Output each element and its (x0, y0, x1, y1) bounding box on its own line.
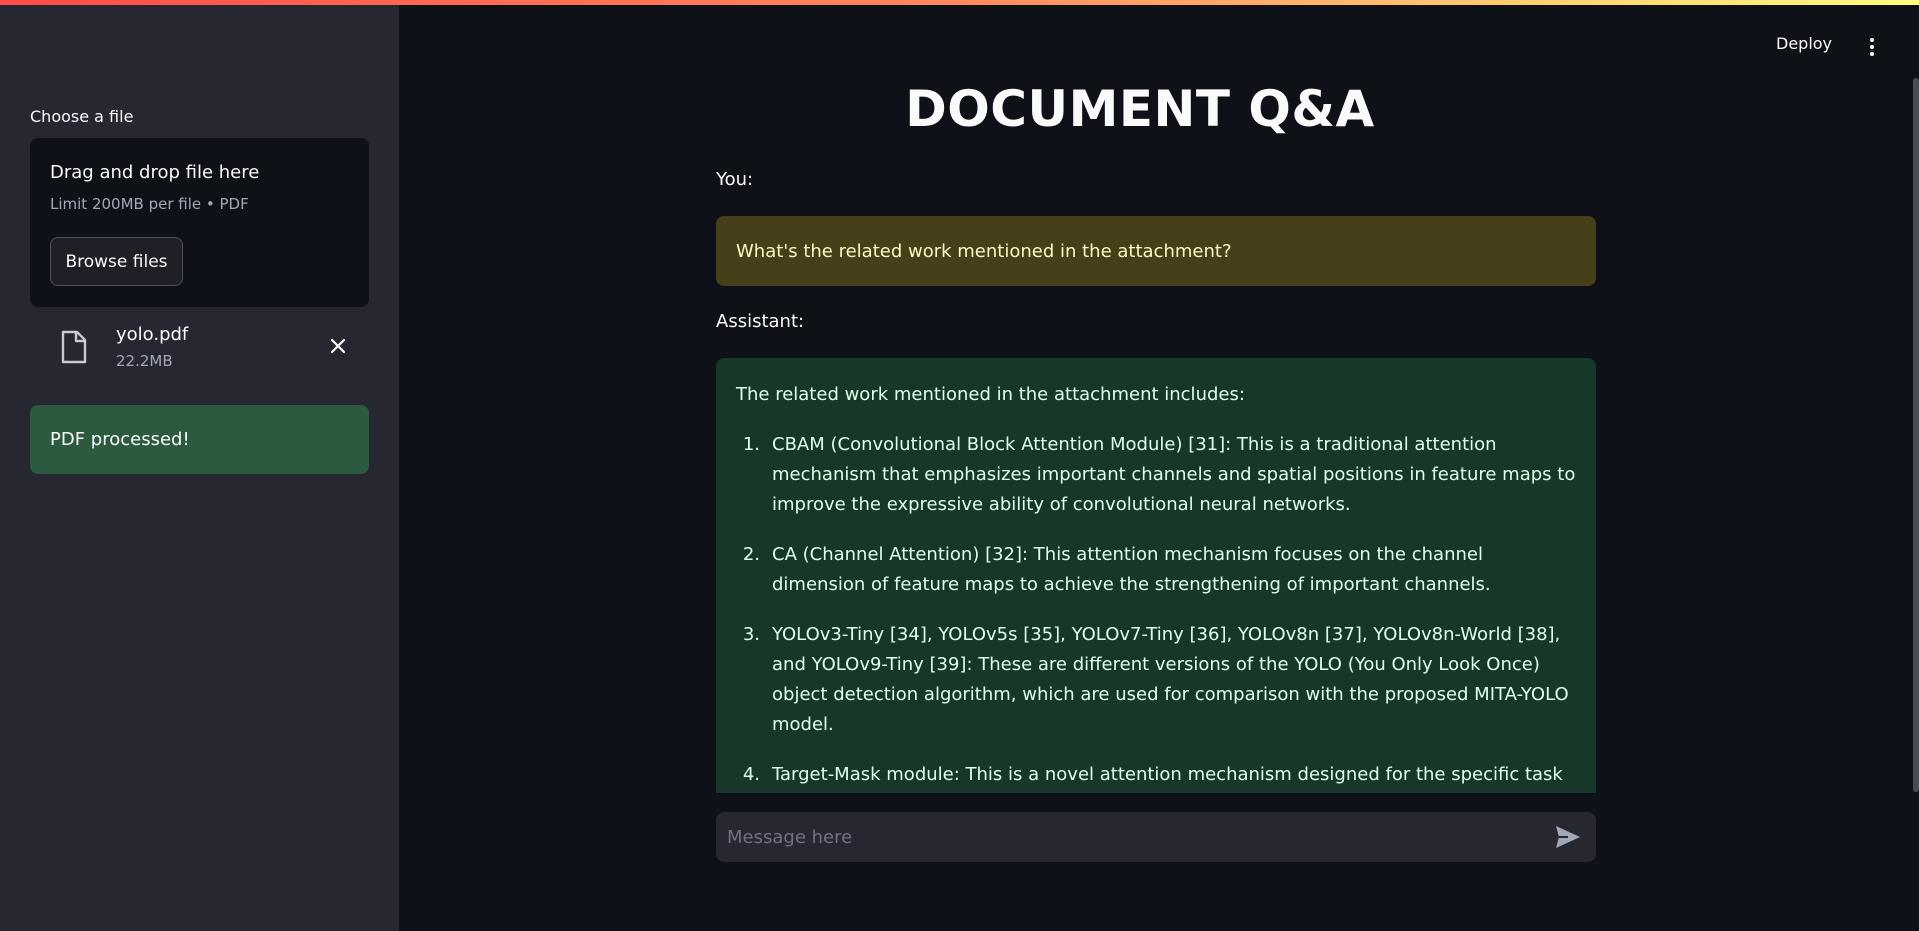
user-role-label: You: (716, 169, 754, 190)
assistant-role-label: Assistant: (716, 311, 805, 332)
sidebar: Choose a file Drag and drop file here Li… (0, 0, 399, 931)
page-title: DOCUMENT Q&A (905, 80, 1375, 138)
send-icon[interactable] (1554, 824, 1582, 850)
file-name: yolo.pdf (116, 324, 189, 345)
user-message: What's the related work mentioned in the… (716, 216, 1596, 286)
deploy-button[interactable]: Deploy (1776, 34, 1832, 53)
dropzone-title: Drag and drop file here (50, 162, 260, 183)
list-item-text: YOLOv3-Tiny [34], YOLOv5s [35], YOLOv7-T… (772, 624, 1569, 735)
list-item: 2. CA (Channel Attention) [32]: This att… (736, 540, 1576, 600)
top-decoration-bar (0, 0, 1919, 5)
list-item-number: 3. (742, 624, 760, 645)
list-item-number: 4. (742, 764, 760, 785)
uploaded-file-item: yolo.pdf 22.2MB (30, 318, 369, 374)
success-alert: PDF processed! (30, 405, 369, 474)
message-input[interactable] (716, 812, 1536, 862)
assistant-message: The related work mentioned in the attach… (716, 358, 1596, 793)
list-item-number: 2. (742, 544, 760, 565)
list-item-number: 1. (742, 434, 760, 455)
close-icon (330, 338, 346, 354)
list-item-text: CA (Channel Attention) [32]: This attent… (772, 544, 1491, 595)
main-scrollbar[interactable] (1913, 78, 1919, 792)
list-item: 3. YOLOv3-Tiny [34], YOLOv5s [35], YOLOv… (736, 620, 1576, 740)
list-item: 4. Target-Mask module: This is a novel a… (736, 760, 1576, 793)
list-item-text: Target-Mask module: This is a novel atte… (772, 764, 1563, 785)
list-item: 1. CBAM (Convolutional Block Attention M… (736, 430, 1576, 520)
assistant-answer-list: 1. CBAM (Convolutional Block Attention M… (736, 430, 1576, 793)
list-item-text: CBAM (Convolutional Block Attention Modu… (772, 434, 1576, 515)
assistant-intro-text: The related work mentioned in the attach… (736, 384, 1245, 405)
file-icon (61, 330, 87, 364)
dropzone-limit-text: Limit 200MB per file • PDF (50, 195, 249, 213)
vertical-dots-icon[interactable] (1864, 34, 1880, 60)
file-uploader-label: Choose a file (30, 107, 134, 126)
file-dropzone[interactable]: Drag and drop file here Limit 200MB per … (30, 138, 369, 307)
remove-file-button[interactable] (324, 332, 352, 360)
browse-files-button[interactable]: Browse files (50, 237, 183, 286)
chat-input-bar (716, 812, 1596, 862)
file-size: 22.2MB (116, 352, 173, 370)
